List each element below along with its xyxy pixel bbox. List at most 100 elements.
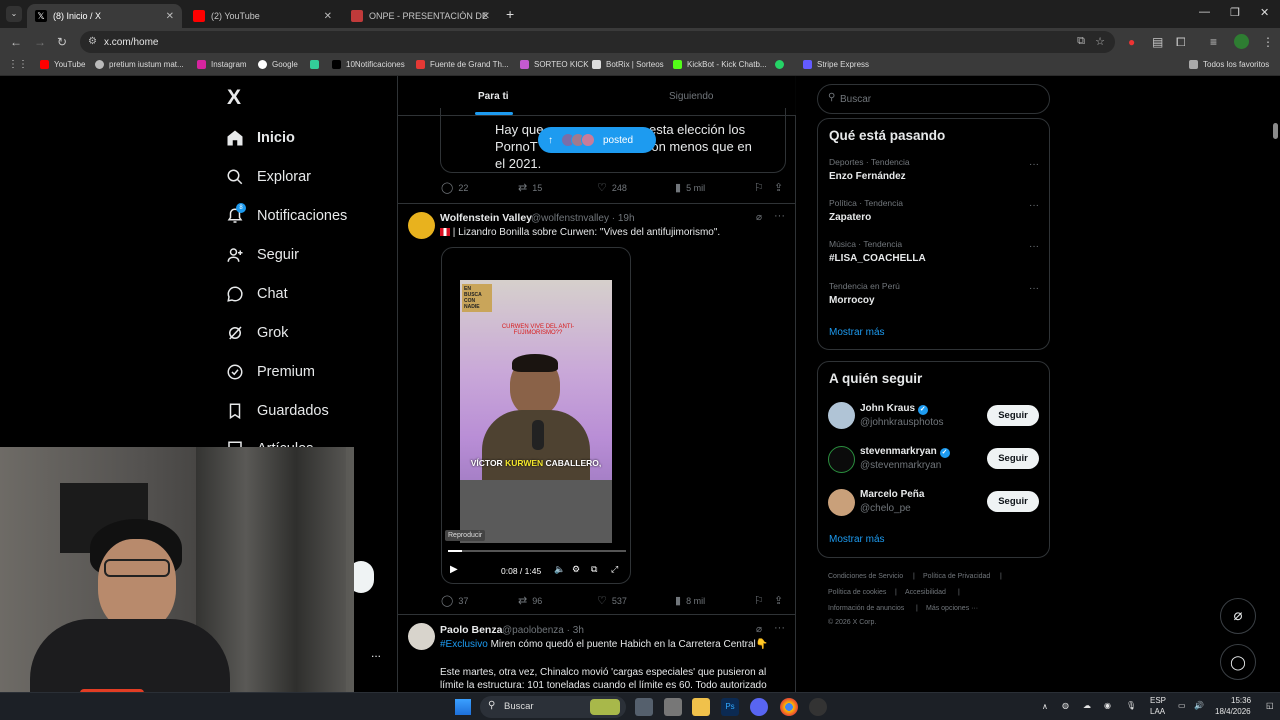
hashtag-link[interactable]: #Exclusivo (440, 639, 488, 650)
views-button[interactable]: ▮ 8 mil (675, 594, 705, 607)
discord-icon[interactable] (750, 698, 768, 716)
footer-privacy[interactable]: Política de Privacidad (923, 573, 990, 580)
like-button[interactable]: ♡ 537 (597, 594, 627, 607)
tray-lang-layout[interactable]: LAA (1150, 707, 1165, 716)
profile-avatar[interactable] (1234, 34, 1249, 49)
bookmark-instagram[interactable]: Instagram (197, 60, 247, 69)
avatar[interactable] (828, 446, 855, 473)
menu-icon[interactable]: ⋮ (1262, 35, 1274, 49)
back-icon[interactable]: ← (10, 35, 22, 49)
nav-follow[interactable]: Seguir (226, 246, 299, 264)
extensions-puzzle-icon[interactable]: ⧠ (1176, 35, 1186, 50)
minimize-icon[interactable]: — (1199, 6, 1210, 18)
tray-date[interactable]: 18/4/2026 (1215, 707, 1251, 716)
tray-time[interactable]: 15:36 (1231, 696, 1251, 705)
trends-show-more[interactable]: Mostrar más (829, 327, 885, 338)
tray-app-icon[interactable]: ◍ (1062, 701, 1069, 710)
nav-chat[interactable]: Chat (226, 285, 288, 303)
maximize-icon[interactable]: ❐ (1230, 6, 1240, 19)
x-logo[interactable]: X (227, 86, 241, 110)
more-icon[interactable]: ··· (774, 210, 785, 222)
footer-cookies[interactable]: Política de cookies (828, 589, 886, 596)
bookmark-stripe[interactable]: Stripe Express (803, 60, 869, 69)
close-icon[interactable]: ✕ (482, 11, 490, 22)
bookmark-kickbot[interactable]: KickBot - Kick Chatb... (673, 60, 767, 69)
tray-mic-icon[interactable]: 🎙 (1126, 701, 1136, 710)
avatar[interactable] (828, 402, 855, 429)
forward-icon[interactable]: → (34, 35, 46, 49)
account-more-icon[interactable]: ... (371, 646, 381, 660)
star-icon[interactable]: ☆ (1095, 35, 1105, 48)
tweet-handle[interactable]: @paolobenza · 3h (502, 625, 584, 636)
share-button[interactable]: ⇪ (774, 594, 788, 607)
task-view-icon[interactable] (635, 698, 653, 716)
settings-icon[interactable]: ⚙ (572, 564, 580, 575)
windows-start-icon[interactable] (455, 699, 471, 715)
tweet-handle[interactable]: @wolfenstnvalley · 19h (531, 213, 635, 224)
close-icon[interactable]: ✕ (166, 11, 174, 22)
tray-chevron-icon[interactable]: ∧ (1042, 702, 1048, 711)
repost-button[interactable]: ⇄ 15 (518, 181, 542, 194)
share-button[interactable]: ⇪ (774, 181, 788, 194)
tray-edge-icon[interactable]: ◉ (1104, 701, 1111, 710)
trend-item[interactable]: Música · Tendencia #LISA_COACHELLA ··· (818, 239, 1051, 277)
install-icon[interactable]: ⧉ (1077, 35, 1085, 48)
bookmark-google[interactable]: Google (258, 60, 298, 69)
tweet-author[interactable]: Paolo Benza (440, 624, 502, 636)
like-button[interactable]: ♡ 248 (597, 181, 627, 194)
nav-premium[interactable]: Premium (226, 363, 315, 381)
photoshop-icon[interactable]: Ps (721, 698, 739, 716)
grok-icon[interactable]: ⌀ (756, 624, 762, 635)
new-posts-pill[interactable]: ↑ posted (538, 127, 656, 153)
tab-onpe[interactable]: ONPE - PRESENTACIÓN DE RES ✕ (343, 4, 498, 28)
bookmark-star[interactable] (310, 60, 324, 69)
reload-icon[interactable]: ↻ (57, 35, 67, 49)
nav-bookmarks[interactable]: Guardados (226, 402, 329, 420)
follow-show-more[interactable]: Mostrar más (829, 534, 885, 545)
bookmark-sorteo-kick[interactable]: SORTEO KICK (520, 60, 589, 69)
tab-for-you[interactable]: Para ti (478, 91, 509, 102)
new-tab-button[interactable]: + (506, 6, 514, 22)
page-scrollbar-thumb[interactable] (1273, 123, 1278, 139)
follow-button[interactable]: Seguir (987, 491, 1039, 512)
tab-following[interactable]: Siguiendo (669, 91, 713, 102)
video-player[interactable]: EN BUSCA CON NADIE CURWEN VIVE DEL ANTI-… (441, 247, 631, 584)
play-icon[interactable]: ▶ (450, 564, 458, 575)
avatar[interactable] (408, 212, 435, 239)
search-input[interactable]: ⚲ Buscar (817, 84, 1050, 114)
tray-network-icon[interactable]: ▭ (1178, 701, 1186, 710)
close-window-icon[interactable]: ✕ (1260, 6, 1269, 19)
app-icon[interactable] (664, 698, 682, 716)
tab-x-home[interactable]: 𝕏 (8) Inicio / X ✕ (27, 4, 182, 28)
avatar[interactable] (408, 623, 435, 650)
bookmark-all-favorites[interactable]: Todos los favoritos (1189, 60, 1269, 69)
bookmark-youtube[interactable]: YouTube (40, 60, 85, 69)
tweet-author[interactable]: Wolfenstein Valley (440, 212, 532, 224)
chat-float-button[interactable]: ◯ (1220, 644, 1256, 680)
nav-explore[interactable]: Explorar (226, 168, 311, 186)
tray-lang-code[interactable]: ESP (1150, 696, 1166, 705)
footer-accessibility[interactable]: Accesibilidad (905, 589, 946, 596)
reply-button[interactable]: ◯ 37 (441, 594, 468, 607)
follow-button[interactable]: Seguir (987, 405, 1039, 426)
bookmark-10notificaciones[interactable]: 10Notificaciones (332, 60, 405, 69)
avatar[interactable] (828, 489, 855, 516)
fullscreen-icon[interactable]: ⤢ (611, 564, 618, 575)
more-icon[interactable]: ··· (1029, 159, 1039, 170)
bookmark-botrix[interactable]: BotRix | Sorteos (592, 60, 664, 69)
extension-card-icon[interactable]: ▤ (1152, 35, 1163, 49)
more-icon[interactable]: ··· (1029, 200, 1039, 211)
volume-icon[interactable]: 🔈 (554, 564, 565, 575)
close-icon[interactable]: ✕ (324, 11, 332, 22)
tray-notifications-icon[interactable]: ◱ (1266, 701, 1274, 710)
footer-more-options[interactable]: Más opciones ··· (926, 605, 978, 612)
nav-grok[interactable]: Grok (226, 324, 288, 342)
tray-volume-icon[interactable]: 🔊 (1194, 701, 1204, 710)
repost-button[interactable]: ⇄ 96 (518, 594, 542, 607)
bookmark-fuente[interactable]: Fuente de Grand Th... (416, 60, 509, 69)
extension-red-icon[interactable]: ● (1128, 35, 1135, 49)
reading-list-icon[interactable]: ≡ (1210, 35, 1217, 49)
grok-float-button[interactable]: ⌀ (1220, 598, 1256, 634)
tab-youtube[interactable]: (2) YouTube ✕ (185, 4, 340, 28)
bookmark-pretium[interactable]: pretium iustum mat... (95, 60, 184, 69)
